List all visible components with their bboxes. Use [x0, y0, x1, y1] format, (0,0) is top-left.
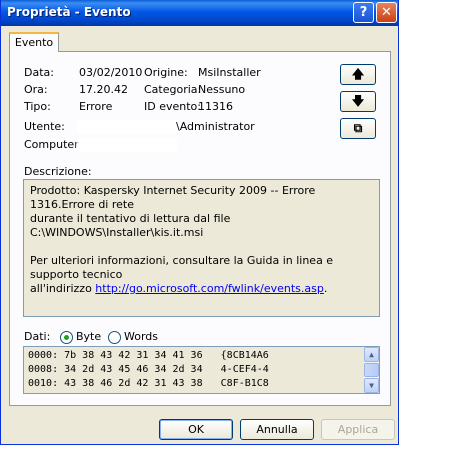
properties-dialog: Proprietà - Evento ? ✕ Evento Data: 03/0… [0, 0, 399, 445]
data-scrollbar[interactable]: ▲ ▼ [364, 347, 379, 393]
description-line: durante il tentativo di lettura dal file… [30, 212, 231, 239]
cancel-button[interactable]: Annulla [240, 419, 314, 440]
previous-event-button[interactable]: 🡅 [340, 64, 376, 85]
event-id-label: ID evento: [144, 100, 201, 113]
data-hex-box[interactable]: 0000: 7b 38 43 42 31 34 41 36 {8CB14A6 0… [23, 346, 380, 394]
computer-label: Computer: [24, 138, 83, 151]
date-label: Data: [24, 66, 54, 79]
category-value: Nessuno [198, 83, 246, 96]
scroll-up-icon[interactable]: ▲ [364, 347, 379, 362]
description-line: Prodotto: Kaspersky Internet Security 20… [30, 184, 316, 211]
redacted-user [79, 122, 179, 132]
description-label: Descrizione: [24, 165, 92, 178]
help-button[interactable]: ? [353, 2, 374, 23]
byte-radio[interactable] [60, 331, 73, 344]
apply-button[interactable]: Applica [321, 419, 395, 440]
scroll-down-icon[interactable]: ▼ [364, 378, 379, 393]
event-id-value: 11316 [198, 100, 233, 113]
copy-icon: ⧉ [353, 121, 363, 135]
byte-radio-label[interactable]: Byte [76, 330, 101, 343]
description-punct: . [323, 282, 328, 295]
time-label: Ora: [24, 83, 48, 96]
description-line: all'indirizzo [30, 282, 96, 295]
description-box[interactable]: Prodotto: Kaspersky Internet Security 20… [23, 179, 380, 317]
tab-evento[interactable]: Evento [9, 32, 59, 52]
title-bar[interactable]: Proprietà - Evento ? ✕ [1, 0, 398, 26]
type-label: Tipo: [24, 100, 51, 113]
data-row: 0008: 34 2d 43 45 46 34 2d 34 4-CEF4-4 [28, 364, 269, 375]
data-row: 0000: 7b 38 43 42 31 34 41 36 {8CB14A6 [28, 350, 269, 361]
words-radio[interactable] [108, 331, 121, 344]
description-line: Per ulteriori informazioni, consultare l… [30, 254, 334, 281]
help-link[interactable]: http://go.microsoft.com/fwlink/events.as… [95, 282, 324, 295]
data-label: Dati: [24, 330, 51, 343]
user-value: \Administrator [176, 120, 255, 133]
arrow-up-icon: 🡅 [351, 67, 365, 81]
date-value: 03/02/2010 [79, 66, 143, 79]
next-event-button[interactable]: 🡇 [340, 91, 376, 112]
close-button[interactable]: ✕ [376, 2, 397, 23]
window-title: Proprietà - Evento [7, 5, 131, 19]
type-value: Errore [79, 100, 113, 113]
source-label: Origine: [144, 66, 188, 79]
time-value: 17.20.42 [79, 83, 128, 96]
arrow-down-icon: 🡇 [351, 94, 365, 108]
words-radio-label[interactable]: Words [124, 330, 158, 343]
category-label: Categoria: [144, 83, 202, 96]
ok-button[interactable]: OK [159, 419, 233, 440]
redacted-computer [79, 140, 175, 150]
copy-button[interactable]: ⧉ [340, 118, 376, 139]
data-row: 0010: 43 38 46 2d 42 31 43 38 C8F-B1C8 [28, 378, 269, 389]
source-value: MsiInstaller [198, 66, 261, 79]
user-label: Utente: [24, 120, 65, 133]
scroll-thumb[interactable] [364, 363, 379, 377]
